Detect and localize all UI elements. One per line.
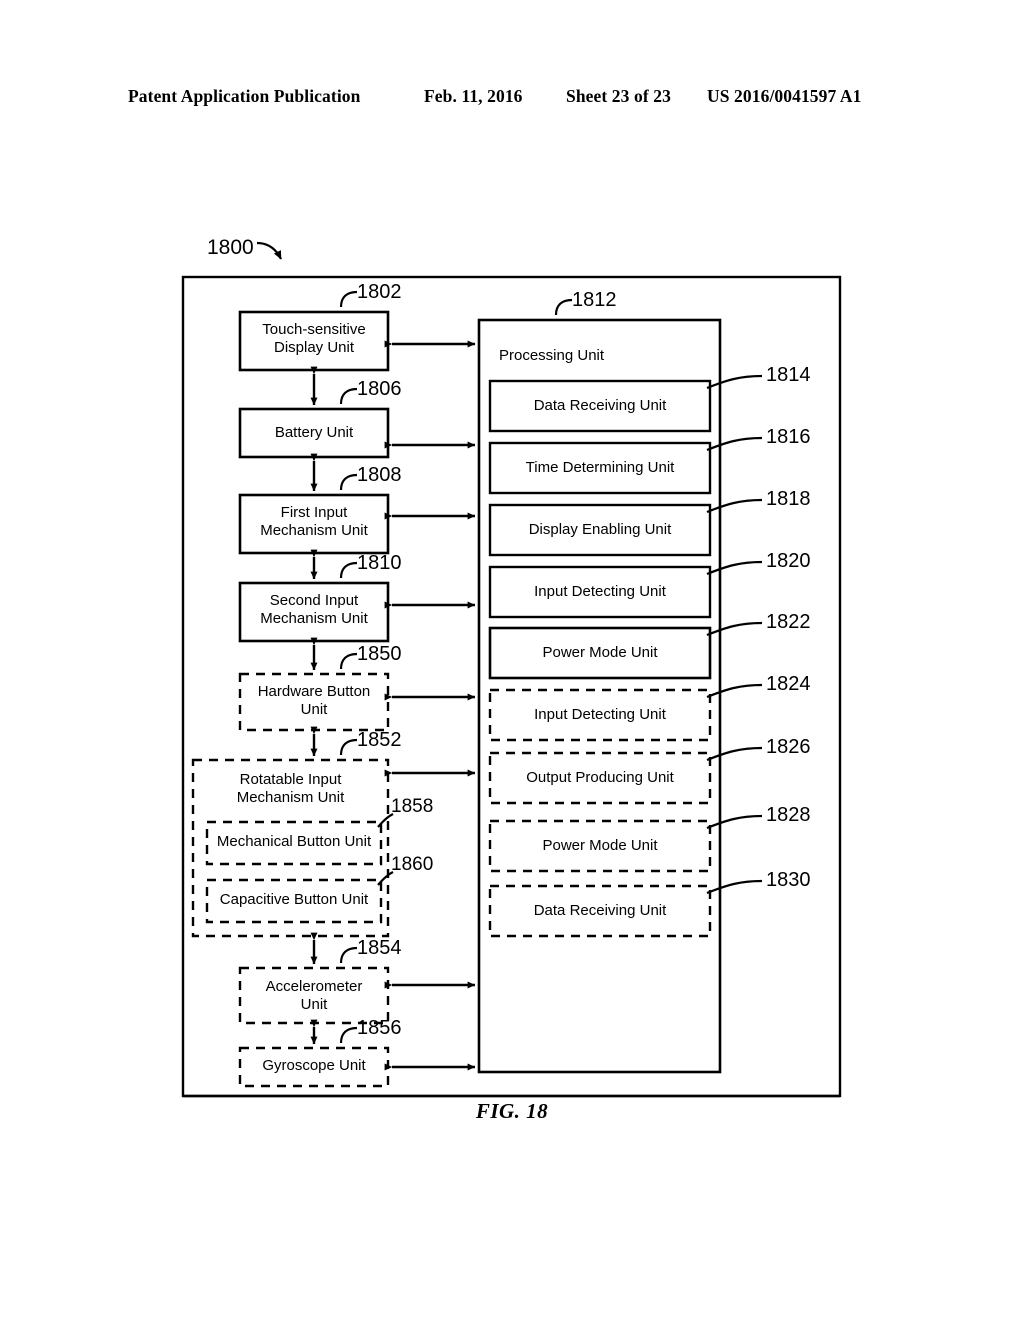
refnum-1820: 1820 bbox=[766, 550, 811, 572]
leader-1808 bbox=[339, 473, 358, 491]
refnum-1808: 1808 bbox=[357, 464, 402, 486]
system-ref-1800: 1800 bbox=[207, 236, 254, 259]
leader-1854 bbox=[339, 946, 358, 964]
refnum-1812: 1812 bbox=[572, 289, 617, 311]
refnum-1830: 1830 bbox=[766, 869, 811, 891]
refnum-1854: 1854 bbox=[357, 937, 402, 959]
refnum-1802: 1802 bbox=[357, 281, 402, 303]
leader-1828 bbox=[706, 814, 763, 830]
subblock-1818-display-enabling-unit bbox=[488, 503, 712, 557]
subblock-1828-power-mode-unit bbox=[488, 819, 712, 873]
block-1806-battery-unit bbox=[238, 407, 390, 459]
leader-1816 bbox=[706, 436, 763, 452]
refnum-1850: 1850 bbox=[357, 643, 402, 665]
subblock-1826-output-producing-unit bbox=[488, 751, 712, 805]
block-1860-capacitive-button-unit bbox=[205, 878, 383, 924]
leader-1824 bbox=[706, 683, 763, 699]
refnum-1856: 1856 bbox=[357, 1017, 402, 1039]
refnum-1822: 1822 bbox=[766, 611, 811, 633]
leader-1822 bbox=[706, 621, 763, 637]
subblock-1822-power-mode-unit bbox=[488, 626, 712, 680]
refnum-1806: 1806 bbox=[357, 378, 402, 400]
block-1802-touch-sensitive-display-unit bbox=[238, 310, 390, 372]
leader-1810 bbox=[339, 561, 358, 579]
leader-1856 bbox=[339, 1026, 358, 1044]
block-1850-hardware-button-unit bbox=[238, 672, 390, 732]
leader-1852 bbox=[339, 738, 358, 756]
leader-1850 bbox=[339, 652, 358, 670]
refnum-1818: 1818 bbox=[766, 488, 811, 510]
refnum-1824: 1824 bbox=[766, 673, 811, 695]
block-1852-rotatable-input-mechanism-unit bbox=[191, 758, 390, 938]
refnum-1860: 1860 bbox=[391, 854, 434, 875]
figure-caption: FIG. 18 bbox=[475, 1099, 549, 1123]
leader-1814 bbox=[706, 374, 763, 390]
refnum-1852: 1852 bbox=[357, 729, 402, 751]
leader-1812 bbox=[554, 298, 573, 316]
block-1808-first-input-mechanism-unit bbox=[238, 493, 390, 555]
system-ref-arrow bbox=[256, 241, 282, 260]
leader-1820 bbox=[706, 560, 763, 576]
refnum-1826: 1826 bbox=[766, 736, 811, 758]
leader-1806 bbox=[339, 387, 358, 405]
block-1812-processing-unit bbox=[477, 318, 722, 1074]
refnum-1828: 1828 bbox=[766, 804, 811, 826]
refnum-1810: 1810 bbox=[357, 552, 402, 574]
subblock-1824-input-detecting-unit bbox=[488, 688, 712, 742]
block-1854-accelerometer-unit bbox=[238, 966, 390, 1025]
subblock-1814-data-receiving-unit bbox=[488, 379, 712, 433]
leader-1802 bbox=[339, 290, 358, 308]
subblock-1816-time-determining-unit bbox=[488, 441, 712, 495]
refnum-1816: 1816 bbox=[766, 426, 811, 448]
leader-1830 bbox=[706, 879, 763, 895]
block-1856-gyroscope-unit bbox=[238, 1046, 390, 1088]
block-1810-second-input-mechanism-unit bbox=[238, 581, 390, 643]
subblock-1820-input-detecting-unit bbox=[488, 565, 712, 619]
refnum-1858: 1858 bbox=[391, 796, 434, 817]
block-1858-mechanical-button-unit bbox=[205, 820, 383, 866]
leader-1826 bbox=[706, 746, 763, 762]
refnum-1814: 1814 bbox=[766, 364, 811, 386]
leader-1818 bbox=[706, 498, 763, 514]
subblock-1830-data-receiving-unit bbox=[488, 884, 712, 938]
